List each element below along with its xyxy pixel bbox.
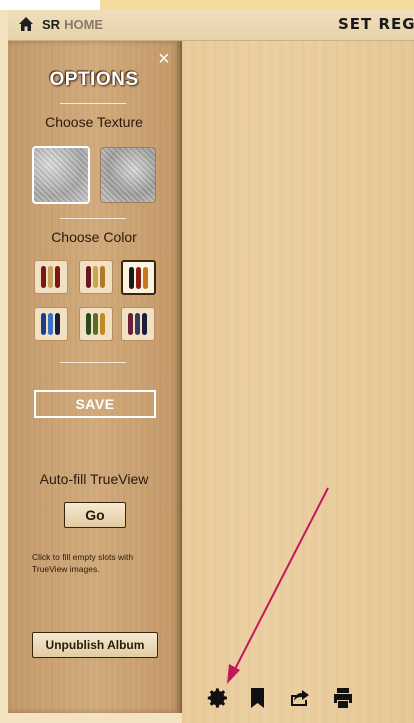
color-bars-icon: [41, 313, 60, 335]
top-header: SR HOME SET REGI: [8, 10, 414, 41]
color-option-4[interactable]: [34, 307, 68, 341]
options-sidebar: × OPTIONS Choose Texture Choose Color SA…: [8, 41, 182, 713]
color-bars-icon: [128, 313, 147, 335]
share-icon[interactable]: [288, 686, 312, 710]
autofill-note: Click to fill empty slots with TrueView …: [32, 552, 134, 574]
divider: [60, 362, 126, 363]
texture-option-1[interactable]: [32, 146, 90, 204]
bottom-margin: [0, 713, 182, 723]
save-button[interactable]: SAVE: [34, 390, 156, 418]
home-link[interactable]: SR HOME: [42, 17, 103, 32]
divider: [60, 103, 126, 104]
color-bars-icon: [86, 266, 105, 288]
color-option-5[interactable]: [79, 307, 113, 341]
unpublish-album-button[interactable]: Unpublish Album: [32, 632, 158, 658]
close-icon[interactable]: ×: [158, 49, 170, 69]
gear-icon[interactable]: [206, 686, 230, 710]
page-title: SET REGI: [338, 15, 414, 33]
color-bars-icon: [41, 266, 60, 288]
album-canvas: [182, 41, 414, 723]
print-icon[interactable]: [331, 686, 355, 710]
bookmark-icon[interactable]: [246, 686, 270, 710]
brand-label: SR: [42, 17, 61, 32]
top-strip: [0, 0, 414, 10]
divider: [60, 218, 126, 219]
color-option-2[interactable]: [79, 260, 113, 294]
color-bars-icon: [86, 313, 105, 335]
autofill-label: Auto-fill TrueView: [39, 471, 149, 487]
color-bars-icon: [129, 267, 148, 289]
options-title: OPTIONS: [49, 69, 139, 90]
left-edge: [0, 10, 8, 723]
color-option-1[interactable]: [34, 260, 68, 294]
top-strip-white: [0, 0, 100, 10]
texture-option-2[interactable]: [100, 147, 156, 203]
home-icon[interactable]: [18, 16, 34, 32]
go-button[interactable]: Go: [64, 502, 126, 528]
color-option-6[interactable]: [121, 307, 155, 341]
home-label: HOME: [64, 17, 104, 32]
choose-color-label: Choose Color: [51, 229, 137, 245]
choose-texture-label: Choose Texture: [45, 114, 143, 130]
color-option-3[interactable]: [121, 260, 156, 295]
